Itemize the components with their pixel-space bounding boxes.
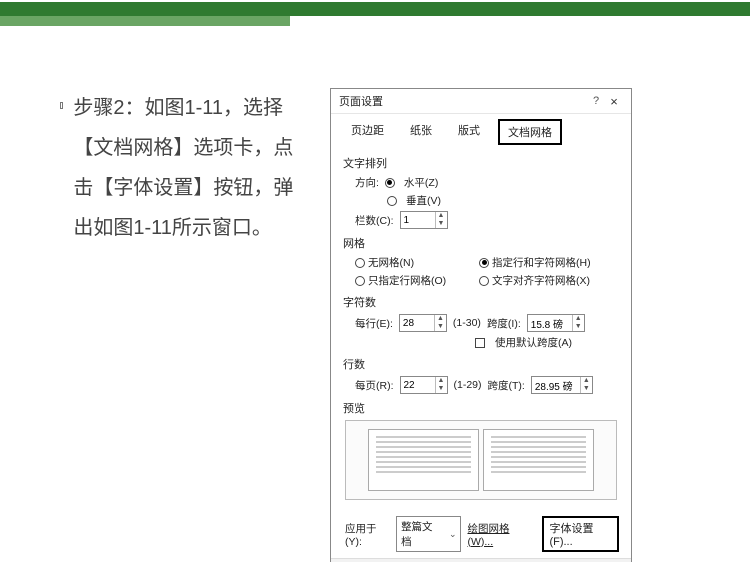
apply-to-label: 应用于(Y):	[345, 521, 390, 548]
char-pitch-spinner[interactable]: ▲▼	[527, 314, 585, 332]
dialog-titlebar: 页面设置 ? ×	[331, 89, 631, 114]
radio-line-char-grid[interactable]	[479, 258, 489, 268]
section-chars: 字符数	[343, 294, 617, 310]
section-preview: 预览	[343, 400, 617, 416]
radio-no-grid[interactable]	[355, 258, 365, 268]
instruction-text: 步骤2：如图1-11，选择【文档网格】选项卡，点击【字体设置】按钮，弹出如图1-…	[60, 88, 310, 562]
chars-per-line-spinner[interactable]: ▲▼	[399, 314, 447, 332]
tab-bar: 页边距 纸张 版式 文档网格	[331, 114, 631, 145]
section-lines: 行数	[343, 356, 617, 372]
radio-align-char-grid[interactable]	[479, 276, 489, 286]
line-pitch-label: 跨度(T):	[488, 378, 525, 393]
char-pitch-label: 跨度(I):	[487, 316, 521, 331]
slide-banner	[0, 0, 750, 38]
use-default-pitch-checkbox[interactable]	[475, 338, 485, 348]
bullet-icon	[60, 102, 63, 109]
drawing-grid-button[interactable]: 绘图网格(W)...	[467, 521, 530, 548]
tab-document-grid[interactable]: 文档网格	[498, 119, 562, 145]
use-default-pitch-label: 使用默认跨度(A)	[495, 335, 572, 350]
section-text-arrangement: 文字排列	[343, 155, 617, 171]
close-button[interactable]: ×	[605, 94, 623, 109]
dialog-title: 页面设置	[339, 93, 587, 109]
direction-label: 方向:	[355, 175, 379, 190]
radio-horizontal[interactable]	[385, 178, 395, 188]
columns-input[interactable]	[401, 212, 435, 228]
section-grid: 网格	[343, 235, 617, 251]
radio-vertical[interactable]	[387, 196, 397, 206]
tab-margins[interactable]: 页边距	[343, 119, 392, 145]
radio-line-only-grid[interactable]	[355, 276, 365, 286]
font-settings-button[interactable]: 字体设置(F)...	[542, 516, 619, 552]
line-pitch-spinner[interactable]: ▲▼	[531, 376, 593, 394]
tab-layout[interactable]: 版式	[450, 119, 488, 145]
step-text: 步骤2：如图1-11，选择【文档网格】选项卡，点击【字体设置】按钮，弹出如图1-…	[73, 88, 310, 248]
preview-pane	[345, 420, 617, 500]
lines-per-page-spinner[interactable]: ▲▼	[400, 376, 448, 394]
radio-horizontal-label: 水平(Z)	[404, 175, 438, 190]
radio-vertical-label: 垂直(V)	[406, 193, 441, 208]
help-button[interactable]: ?	[587, 95, 605, 107]
columns-label: 栏数(C):	[355, 213, 394, 228]
apply-to-value: 整篇文档	[401, 519, 439, 549]
chars-range: (1-30)	[453, 317, 481, 329]
tab-paper[interactable]: 纸张	[402, 119, 440, 145]
lines-range: (1-29)	[454, 379, 482, 391]
chars-per-line-label: 每行(E):	[355, 316, 393, 331]
chevron-down-icon: ⌄	[449, 529, 457, 540]
apply-to-select[interactable]: 整篇文档 ⌄	[396, 516, 461, 552]
columns-spinner[interactable]: ▲▼	[400, 211, 448, 229]
page-setup-dialog: 页面设置 ? × 页边距 纸张 版式 文档网格 文字排列 方向: 水平(Z)	[330, 88, 632, 562]
lines-per-page-label: 每页(R):	[355, 378, 394, 393]
